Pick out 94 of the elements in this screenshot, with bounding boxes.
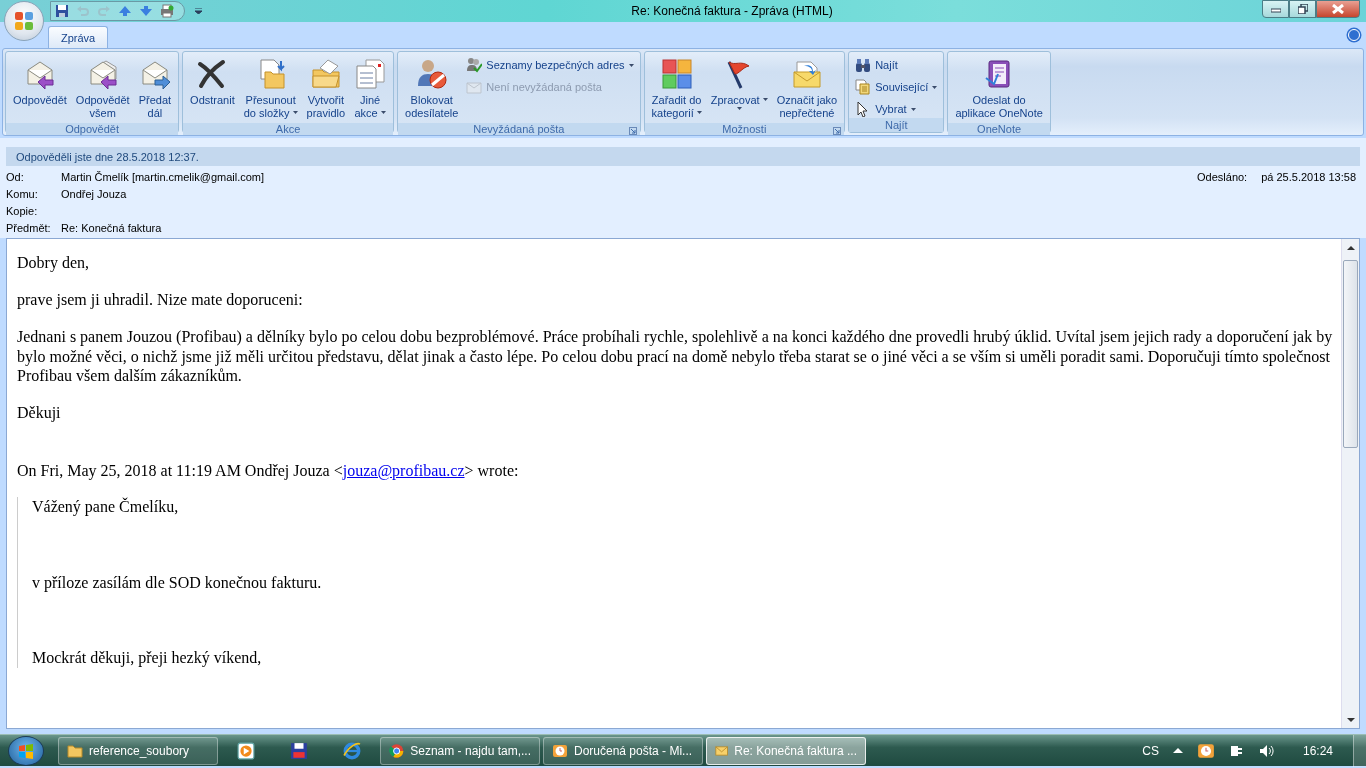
field-label: Kopie:	[6, 204, 39, 217]
scroll-down-icon[interactable]	[1346, 716, 1355, 723]
caret-icon	[910, 107, 916, 111]
field-value: Ondřej Jouza	[61, 187, 127, 200]
paragraph: Dobry den,	[17, 253, 90, 273]
windows-logo-icon	[18, 742, 34, 759]
ribbon-button[interactable]: Zařadit do kategorií	[647, 55, 706, 123]
field-label: Odesláno:	[1197, 170, 1248, 183]
quote-header: On Fri, May 25, 2018 at 11:19 AM Ondřej Jouza <jouza@profibau.cz> wrote:	[17, 460, 520, 480]
browser-circle-icon	[389, 742, 405, 759]
scroll-thumb[interactable]	[1343, 260, 1358, 448]
clock-envelope-icon	[552, 742, 568, 759]
clock-envelope-icon[interactable]	[1196, 741, 1215, 760]
browser-e-icon	[343, 741, 361, 760]
office-logo-icon	[14, 11, 34, 31]
paragraph: prave jsem ji uhradil. Nize mate doporuceni:	[17, 290, 304, 310]
caret-icon	[762, 97, 768, 101]
group-label: Akce	[275, 123, 301, 135]
person-blocked-icon	[415, 58, 448, 90]
restore-icon	[1297, 4, 1308, 14]
color-squares-icon	[660, 58, 693, 90]
play-icon	[237, 741, 255, 760]
restore-button[interactable]	[1289, 0, 1316, 18]
field-label: Předmět:	[6, 221, 52, 234]
group-label: Odpovědět	[65, 123, 119, 135]
envelope-icon	[466, 79, 483, 95]
field-value: Martin Čmelík [martin.cmelik@gmail.com]	[61, 170, 265, 183]
arrow-down-icon[interactable]	[139, 4, 153, 18]
taskbar-button[interactable]: reference_soubory	[58, 736, 218, 765]
group-label: Najít	[884, 119, 908, 131]
show-hidden-icon[interactable]	[1172, 747, 1183, 754]
document-list-icon	[354, 58, 387, 90]
ribbon-tab[interactable]: Zpráva	[48, 26, 109, 48]
show-desktop-button[interactable]	[1353, 734, 1366, 767]
ribbon-button[interactable]: Odstranit	[186, 55, 239, 110]
folder-letter-icon	[309, 58, 342, 90]
minimize-button[interactable]	[1262, 0, 1289, 18]
paragraph: Vážený pane Čmelíku,	[32, 497, 180, 517]
envelope-arrow-icon	[790, 58, 823, 90]
scroll-up-icon[interactable]	[1346, 244, 1355, 251]
printer-icon[interactable]	[160, 4, 174, 18]
ribbon-button[interactable]: Související	[852, 78, 941, 96]
caret-icon	[696, 110, 702, 114]
minimize-icon	[1270, 5, 1281, 13]
taskbar-button[interactable]: Seznam - najdu tam,...	[380, 736, 540, 765]
caret-icon	[736, 107, 742, 110]
taskbar-button[interactable]: Doručená pošta - Mi...	[543, 736, 703, 765]
paragraph: Jednani s panem Jouzou (Profibau) a dělníky bylo po celou dobu bezproblémové. Práce probíhali rychle, spolehlivě a na konci každého dne provedli hrubý úklid. Uvítal jsem jejich rady a doporučení jak by bylo možné věci, o nichž jsme již měli určitou představu, dělat jinak a často lépe. Po celou dobu prací na domě nebylo třeba starat se o jiné věci a se vším si uměli poradit sami. Doporučuji tímto společnost Profibau všem dalším zákazníkům.	[17, 327, 1334, 386]
ribbon-button[interactable]: Odpovědět	[9, 55, 71, 110]
caret-icon	[292, 110, 298, 114]
caret-icon	[380, 110, 386, 114]
paragraph: v příloze zasílám dle SOD konečnou fakturu.	[32, 572, 323, 592]
save-icon	[290, 741, 308, 760]
ribbon-button[interactable]: Blokovat odesílatele	[401, 55, 463, 123]
folder-icon	[67, 742, 83, 759]
ribbon-button[interactable]: Najít	[852, 56, 941, 74]
field-label: Komu:	[6, 187, 39, 200]
arrow-up-icon[interactable]	[118, 4, 132, 18]
ribbon-button[interactable]: Jiné akce	[350, 55, 391, 123]
info-text: Odpověděli jste dne 28.5.2018 12:37.	[16, 150, 199, 163]
caret-icon	[628, 63, 634, 67]
email-link[interactable]: jouza@profibau.cz	[342, 461, 465, 479]
ribbon-button[interactable]: Odpovědět všem	[71, 55, 134, 123]
paragraph: Mockrát děkuji, přeji hezký víkend,	[32, 648, 263, 668]
field-value: pá 25.5.2018 13:58	[1261, 170, 1356, 183]
ribbon-button[interactable]: Přesunout do složky	[239, 55, 302, 123]
ribbon-button[interactable]: Seznamy bezpečných adres	[463, 56, 637, 74]
ribbon-button[interactable]: Zpracovat	[706, 55, 772, 113]
window-title: Re: Konečná faktura - Zpráva (HTML)	[630, 4, 834, 18]
ribbon-button[interactable]: Odeslat do aplikace OneNote	[951, 55, 1047, 123]
ribbon-button[interactable]: Předat dál	[134, 55, 176, 123]
ribbon-button[interactable]: Vytvořit pravidlo	[302, 55, 350, 123]
ribbon-button[interactable]: Označit jako nepřečtené	[772, 55, 842, 123]
field-label: Od:	[6, 170, 25, 183]
binoculars-icon	[855, 57, 872, 73]
clock-time[interactable]: 16:24	[1302, 743, 1333, 758]
ribbon-button[interactable]: Vybrat	[852, 100, 941, 118]
dialog-launcher-icon[interactable]	[833, 127, 842, 135]
group-label: OneNote	[977, 123, 1022, 135]
documents-icon	[855, 79, 872, 95]
group-label: Možnosti	[722, 123, 767, 135]
scrollbar[interactable]	[1341, 239, 1359, 728]
start-button[interactable]	[8, 735, 44, 766]
save-icon[interactable]	[55, 4, 69, 18]
paragraph: Děkuji	[17, 403, 62, 423]
field-value: Re: Konečná faktura	[61, 221, 162, 234]
language-indicator[interactable]: CS	[1142, 743, 1159, 758]
people-check-icon	[466, 57, 483, 73]
dialog-launcher-icon[interactable]	[628, 127, 637, 135]
customize-caret-icon[interactable]	[195, 8, 202, 14]
group-label: Nevyžádaná pošta	[473, 123, 565, 135]
close-icon	[1332, 4, 1344, 14]
close-button[interactable]	[1316, 0, 1360, 18]
caret-icon	[932, 85, 938, 89]
